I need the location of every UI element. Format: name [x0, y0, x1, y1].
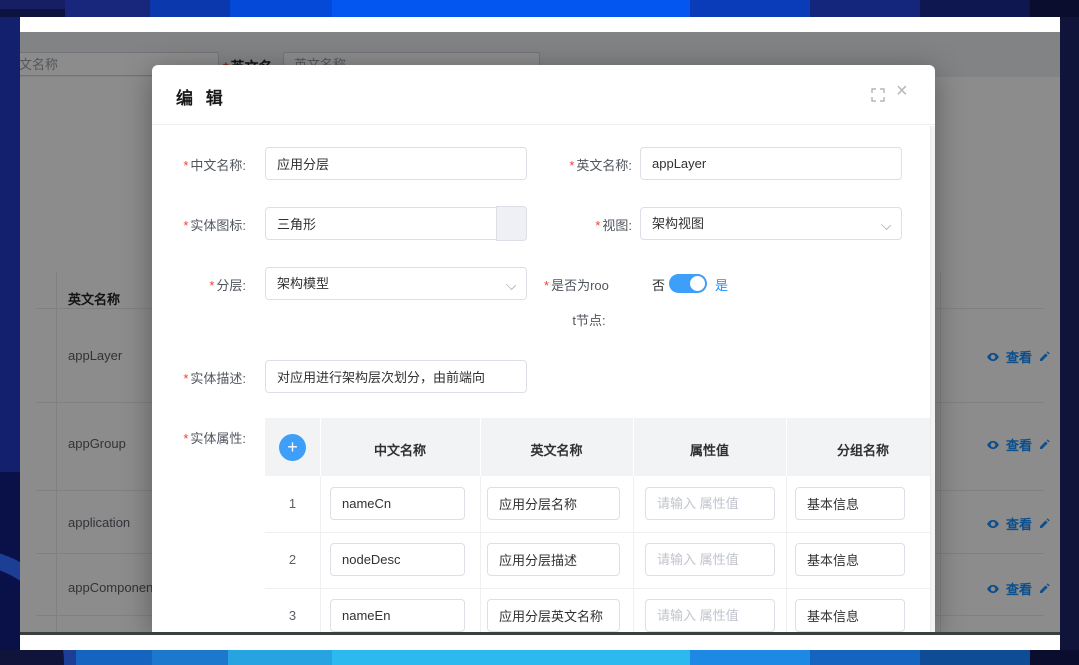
attr-group-input[interactable]	[795, 599, 905, 632]
entity-attrs-label: *实体属性:	[176, 428, 246, 447]
is-root-label-line1: *是否为roo	[544, 275, 650, 294]
attr-table: + 中文名称 英文名称 属性值 分组名称	[265, 418, 935, 632]
attr-value-input[interactable]	[645, 543, 775, 576]
attr-value-input[interactable]	[645, 599, 775, 632]
toggle-knob	[690, 276, 705, 291]
attr-cn-input[interactable]	[330, 599, 465, 632]
attr-col-group: 分组名称	[786, 440, 935, 459]
attr-col-cn: 中文名称	[320, 440, 480, 459]
required-mark: *	[569, 158, 574, 173]
attr-cn-input[interactable]	[330, 487, 465, 520]
attr-table-header: + 中文名称 英文名称 属性值 分组名称	[265, 418, 935, 476]
toggle-on-label: 是	[715, 275, 728, 294]
attr-en-input[interactable]	[487, 543, 620, 576]
attr-value-input[interactable]	[645, 487, 775, 520]
edit-modal: 编 辑 × *中文名称: *英文名称: *实体图标: *视图:	[152, 65, 935, 632]
modal-title: 编 辑	[176, 84, 227, 109]
fullscreen-icon[interactable]	[870, 87, 886, 103]
required-mark: *	[544, 278, 549, 293]
attr-group-input[interactable]	[795, 487, 905, 520]
cn-name-input[interactable]	[265, 147, 527, 180]
screen: *英文名 英文名称 appLayer appGroup application …	[0, 0, 1079, 665]
layer-label: *分层:	[176, 275, 246, 294]
is-root-label-line2: t节点:	[544, 310, 634, 329]
modal-body: *中文名称: *英文名称: *实体图标: *视图: 架构视图 *分层: 架构模型…	[176, 125, 935, 632]
chevron-down-icon	[881, 220, 891, 230]
attr-row-index: 3	[265, 608, 320, 623]
decorative-band-top	[0, 0, 1079, 17]
page-bottom-strip	[20, 632, 1060, 650]
icon-picker-button[interactable]	[496, 206, 527, 241]
required-mark: *	[595, 218, 600, 233]
modal-header: 编 辑 ×	[152, 65, 935, 125]
entity-icon-label: *实体图标:	[176, 215, 246, 234]
attr-en-input[interactable]	[487, 599, 620, 632]
required-mark: *	[183, 158, 188, 173]
app-page: *英文名 英文名称 appLayer appGroup application …	[20, 17, 1060, 650]
required-mark: *	[183, 371, 188, 386]
attr-col-en: 英文名称	[480, 440, 633, 459]
frame-left	[0, 17, 20, 472]
attr-cn-input[interactable]	[330, 543, 465, 576]
attr-en-input[interactable]	[487, 487, 620, 520]
required-mark: *	[183, 218, 188, 233]
decorative-band-bottom	[0, 650, 1079, 665]
view-label: *视图:	[532, 215, 632, 234]
chevron-down-icon	[506, 280, 516, 290]
en-name-label: *英文名称:	[532, 155, 632, 174]
entity-icon-input[interactable]	[265, 207, 527, 240]
attr-col-value: 属性值	[633, 440, 786, 459]
required-mark: *	[183, 431, 188, 446]
attr-group-input[interactable]	[795, 543, 905, 576]
close-icon[interactable]: ×	[896, 81, 912, 97]
entity-icon-field	[265, 207, 527, 240]
en-name-input[interactable]	[640, 147, 902, 180]
toggle-off-label: 否	[652, 275, 665, 294]
attr-row-index: 2	[265, 552, 320, 567]
is-root-toggle[interactable]	[669, 274, 707, 293]
cn-name-label: *中文名称:	[176, 155, 246, 174]
entity-desc-label: *实体描述:	[176, 368, 246, 387]
modal-scrollbar[interactable]	[930, 126, 935, 632]
entity-desc-input[interactable]	[265, 360, 527, 393]
attr-row-index: 1	[265, 496, 320, 511]
required-mark: *	[209, 278, 214, 293]
add-row-button[interactable]: +	[279, 434, 306, 461]
view-select[interactable]: 架构视图	[640, 207, 902, 240]
layer-select[interactable]: 架构模型	[265, 267, 527, 300]
